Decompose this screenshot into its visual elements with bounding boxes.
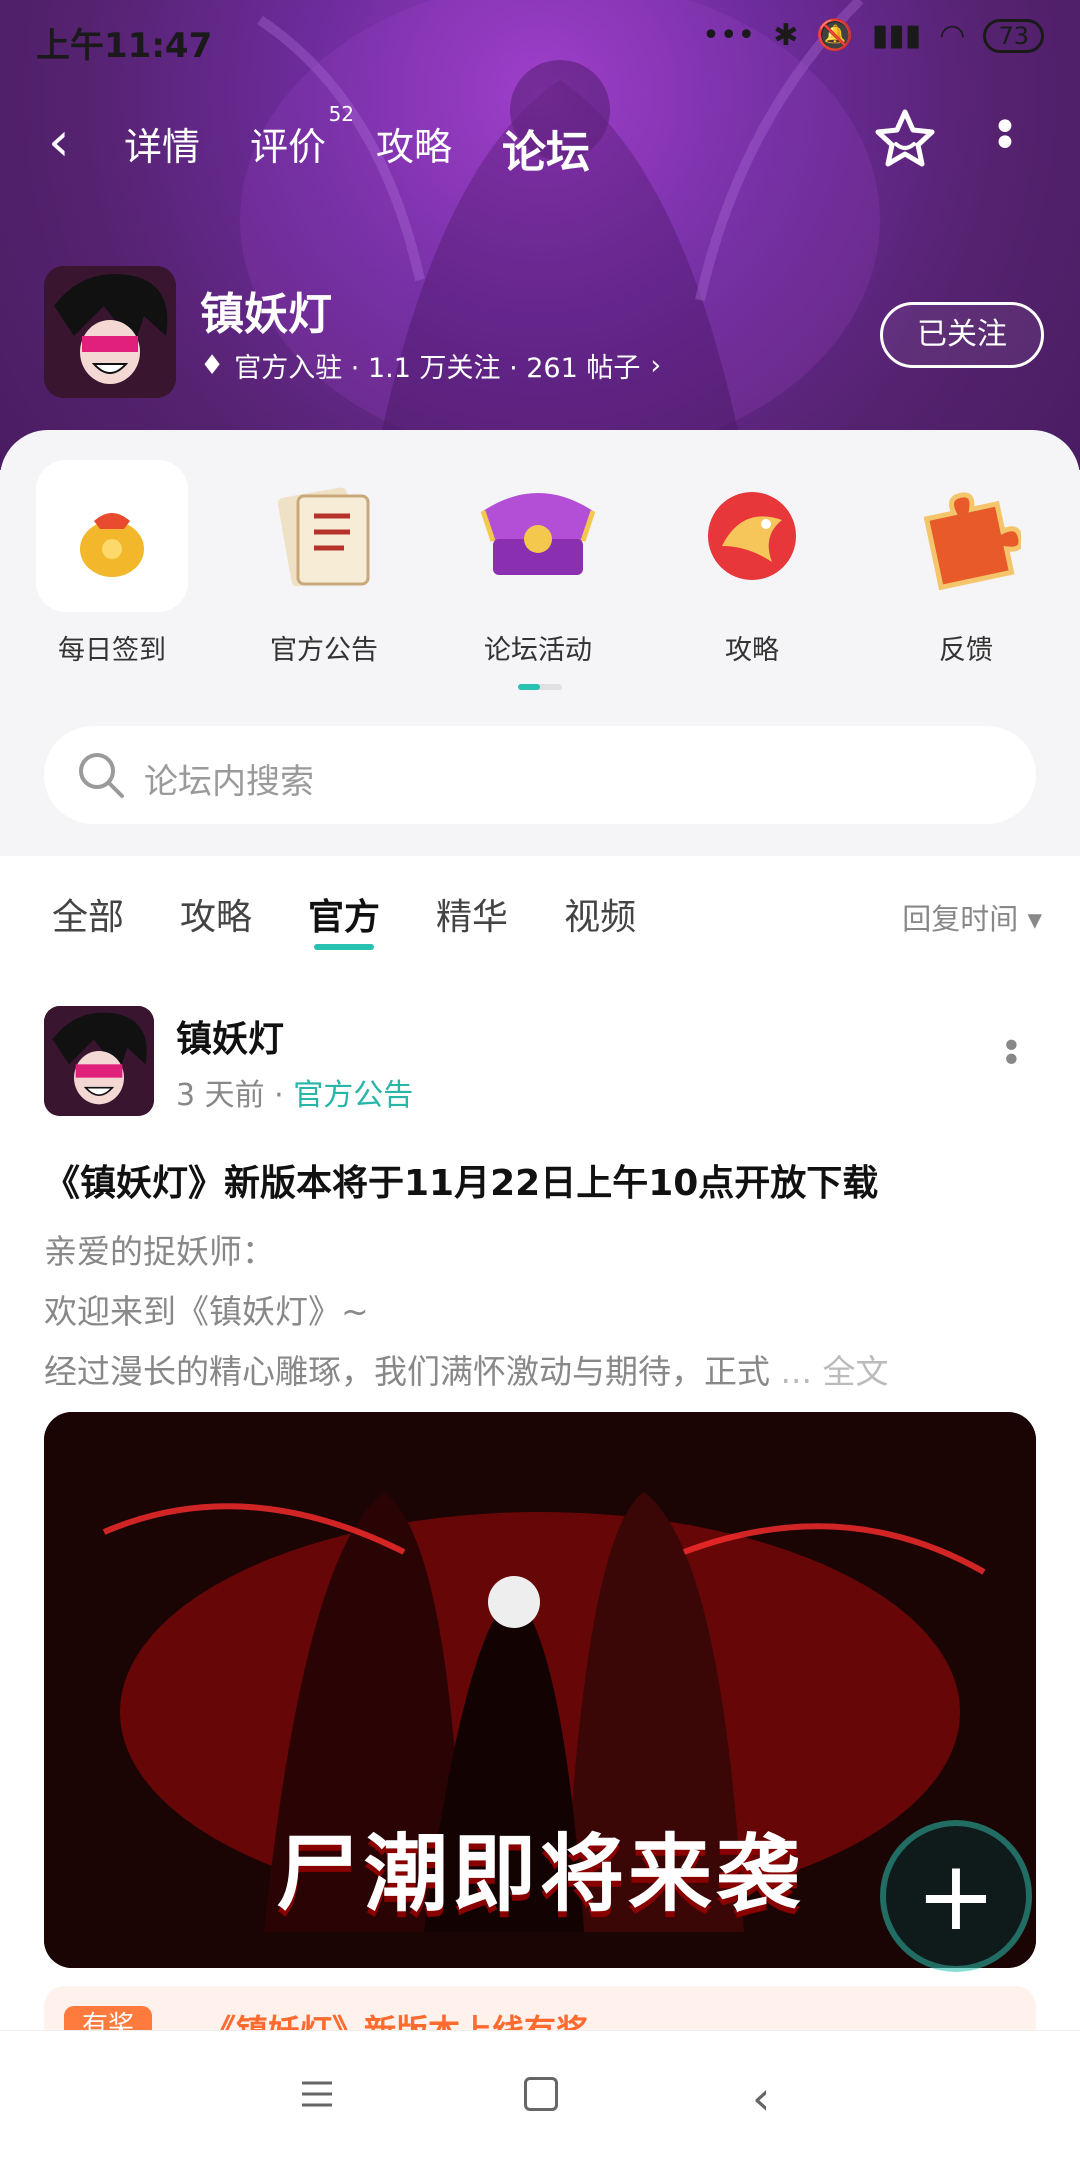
quick-link-feedback[interactable]: 反馈 [888,460,1044,667]
filter-guides[interactable]: 攻略 [180,888,252,940]
post-meta: 3 天前 · 官方公告 [176,1070,413,1114]
review-count-badge: 52 [328,102,355,126]
sort-dropdown[interactable]: 回复时间 ▾ [902,896,1042,938]
tab-guides[interactable]: 攻略 [376,116,452,180]
quick-link-label: 官方公告 [270,635,378,666]
read-full-link[interactable]: ... 全文 [781,1352,889,1391]
quick-link-label: 反馈 [939,635,993,666]
post-author[interactable]: 镇妖灯 [176,1010,284,1062]
excerpt-line: 亲爱的捉妖师： [44,1232,275,1271]
chevron-right-icon: › [650,350,662,381]
post-time: 3 天前 [176,1078,265,1113]
lucky-bag-icon [36,460,188,612]
back-arrow-icon[interactable]: ‹ [48,110,70,173]
bluetooth-icon: ✱ [773,18,799,53]
game-avatar[interactable] [44,266,176,398]
excerpt-line: 经过漫长的精心雕琢，我们满怀激动与期待，正式 ... 全文 [44,1342,1036,1402]
diamond-verified-icon: ♦ [200,350,225,381]
author-avatar[interactable] [44,1006,154,1116]
game-stats-text: 官方入驻 · 1.1 万关注 · 261 帖子 [234,353,641,384]
top-tabs: 详情 评价 52 攻略 论坛 [124,102,590,180]
more-options-icon[interactable]: • • [992,106,1018,166]
post-more-icon[interactable]: • • [1001,1029,1022,1079]
create-post-button[interactable]: + [886,1826,1026,1966]
status-time: 上午11:47 [36,26,213,66]
excerpt-line: 欢迎来到《镇妖灯》~ [44,1292,369,1331]
puzzle-piece-icon [890,460,1042,612]
post-title[interactable]: 《镇妖灯》新版本将于11月22日上午10点开放下载 [44,1154,878,1206]
top-navigation: ‹ 详情 评价 52 攻略 论坛 • • [0,100,1080,190]
system-back-icon[interactable]: ‹ [752,2071,770,2125]
tab-reviews[interactable]: 评价 52 [250,102,354,180]
tab-label: 论坛 [502,127,591,178]
tab-details[interactable]: 详情 [124,116,200,180]
search-icon [79,753,124,798]
quick-links: 每日签到 官方公告 论坛活动 攻略 反馈 [0,460,1080,690]
feed-filter-tabs: 全部 攻略 官方 精华 视频 [52,888,636,950]
plus-icon: + [915,1840,997,1952]
status-icons: ••• ✱ 🔕 ▮▮▮ ◠ 73 [702,18,1044,53]
carousel-page-indicator [518,684,562,690]
forum-search-input[interactable]: 论坛内搜索 [44,726,1036,824]
signal-icon: ▮▮▮ [871,18,922,53]
dragon-emblem-icon [676,460,828,612]
post-excerpt[interactable]: 亲爱的捉妖师： 欢迎来到《镇妖灯》~ 经过漫长的精心雕琢，我们满怀激动与期待，正… [44,1222,1036,1402]
sort-label: 回复时间 [902,902,1019,936]
status-bar: 上午11:47 ••• ✱ 🔕 ▮▮▮ ◠ 73 [0,0,1080,76]
quick-link-label: 论坛活动 [484,635,592,666]
battery-indicator: 73 [983,18,1044,53]
more-notifications-icon: ••• [702,18,756,53]
quick-link-guides[interactable]: 攻略 [674,460,830,667]
quick-link-daily-checkin[interactable]: 每日签到 [34,460,190,667]
filter-official[interactable]: 官方 [308,888,380,950]
filter-featured[interactable]: 精华 [436,888,508,940]
tab-label: 评价 [250,125,327,169]
filter-video[interactable]: 视频 [564,888,636,940]
post-category-tag[interactable]: 官方公告 [293,1078,413,1113]
recent-apps-icon[interactable] [300,2077,334,2111]
home-button-icon[interactable] [524,2077,558,2111]
quick-link-label: 每日签到 [58,635,166,666]
follow-button[interactable]: 已关注 [880,302,1044,368]
meta-separator: · [274,1078,294,1113]
filter-all[interactable]: 全部 [52,888,124,940]
tab-forum[interactable]: 论坛 [502,116,590,180]
system-navigation-bar: ‹ [0,2030,1080,2160]
excerpt-text: 经过漫长的精心雕琢，我们满怀激动与期待，正式 [44,1352,770,1391]
game-title: 镇妖灯 [200,289,332,340]
game-info: 镇妖灯 ♦ 官方入驻 · 1.1 万关注 · 261 帖子 › 已关注 [44,266,1044,400]
quick-link-label: 攻略 [725,635,779,666]
quick-link-announcements[interactable]: 官方公告 [246,460,402,667]
scroll-notice-icon [248,460,400,612]
favorite-star-icon[interactable] [872,106,938,172]
game-stats[interactable]: ♦ 官方入驻 · 1.1 万关注 · 261 帖子 › [200,346,661,385]
mute-icon: 🔕 [816,18,854,53]
quick-link-forum-events[interactable]: 论坛活动 [460,460,616,667]
search-placeholder: 论坛内搜索 [144,762,314,802]
caret-down-icon: ▾ [1027,902,1042,936]
tab-label: 详情 [124,125,201,169]
treasure-chest-icon [462,460,614,612]
tab-label: 攻略 [376,125,453,169]
wifi-icon: ◠ [939,18,966,53]
